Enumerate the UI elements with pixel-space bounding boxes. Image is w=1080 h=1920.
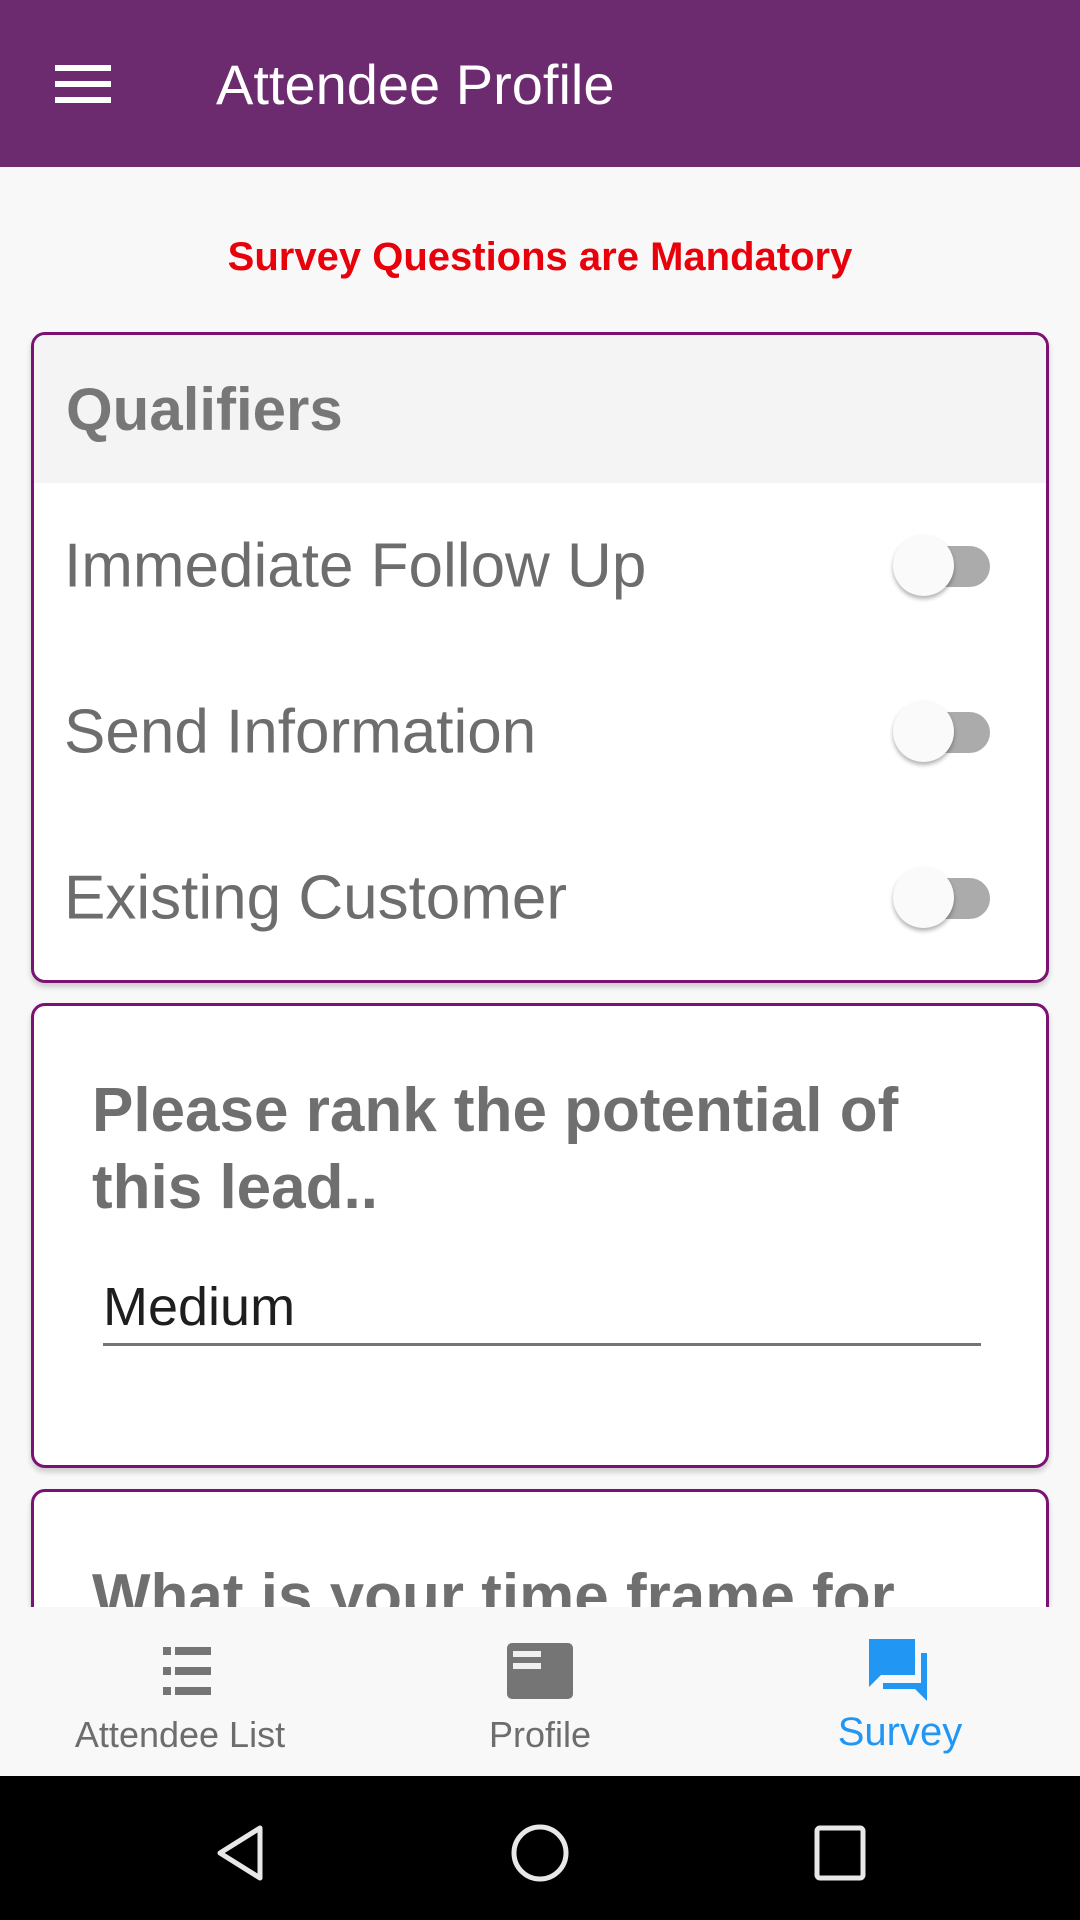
qualifiers-header: Qualifiers xyxy=(34,335,1046,483)
qualifier-label: Existing Customer xyxy=(64,863,568,933)
immediate-follow-up-toggle[interactable] xyxy=(893,535,993,597)
toggle-thumb xyxy=(893,701,954,762)
toggle-thumb xyxy=(893,867,954,928)
list-icon xyxy=(163,1647,211,1695)
tab-label: Attendee List xyxy=(74,1714,286,1755)
bottom-navigation: Attendee List Profile Survey xyxy=(0,1607,1080,1776)
qualifier-row-immediate-follow-up: Immediate Follow Up xyxy=(34,483,1046,649)
answer-value: Medium xyxy=(103,1277,296,1337)
tab-label: Survey xyxy=(837,1710,963,1754)
qualifier-row-send-information: Send Information xyxy=(34,649,1046,815)
back-icon[interactable] xyxy=(205,1818,275,1888)
tab-profile[interactable]: Profile xyxy=(360,1607,720,1776)
time-frame-card: What is your time frame for xyxy=(31,1489,1049,1607)
existing-customer-toggle[interactable] xyxy=(893,867,993,929)
toggle-thumb xyxy=(893,535,954,596)
send-information-toggle[interactable] xyxy=(893,701,993,763)
recents-icon[interactable] xyxy=(805,1818,875,1888)
question-title: Please rank the potential of this lead.. xyxy=(92,1076,899,1222)
app-bar: Attendee Profile xyxy=(0,0,1080,167)
survey-content[interactable]: Survey Questions are Mandatory Qualifier… xyxy=(0,167,1080,1607)
mandatory-notice: Survey Questions are Mandatory xyxy=(227,235,853,279)
page-title: Attendee Profile xyxy=(216,53,615,116)
qualifier-label: Send Information xyxy=(64,697,537,767)
question-title: What is your time frame for xyxy=(92,1562,895,1607)
profile-card-icon xyxy=(507,1643,573,1699)
tab-attendee-list[interactable]: Attendee List xyxy=(0,1607,360,1776)
chat-bubbles-icon xyxy=(869,1639,927,1701)
qualifier-row-existing-customer: Existing Customer xyxy=(34,815,1046,980)
qualifiers-card: Qualifiers Immediate Follow Up Send Info… xyxy=(31,332,1049,983)
qualifier-label: Immediate Follow Up xyxy=(64,531,647,601)
lead-potential-input[interactable]: Medium xyxy=(103,1276,981,1346)
tab-label: Profile xyxy=(488,1714,592,1755)
tab-survey[interactable]: Survey xyxy=(720,1607,1080,1776)
home-icon[interactable] xyxy=(505,1818,575,1888)
lead-potential-card: Please rank the potential of this lead..… xyxy=(31,1003,1049,1468)
hamburger-menu-icon[interactable] xyxy=(55,63,113,103)
qualifiers-title: Qualifiers xyxy=(66,375,343,443)
system-navigation-bar xyxy=(0,1776,1080,1920)
